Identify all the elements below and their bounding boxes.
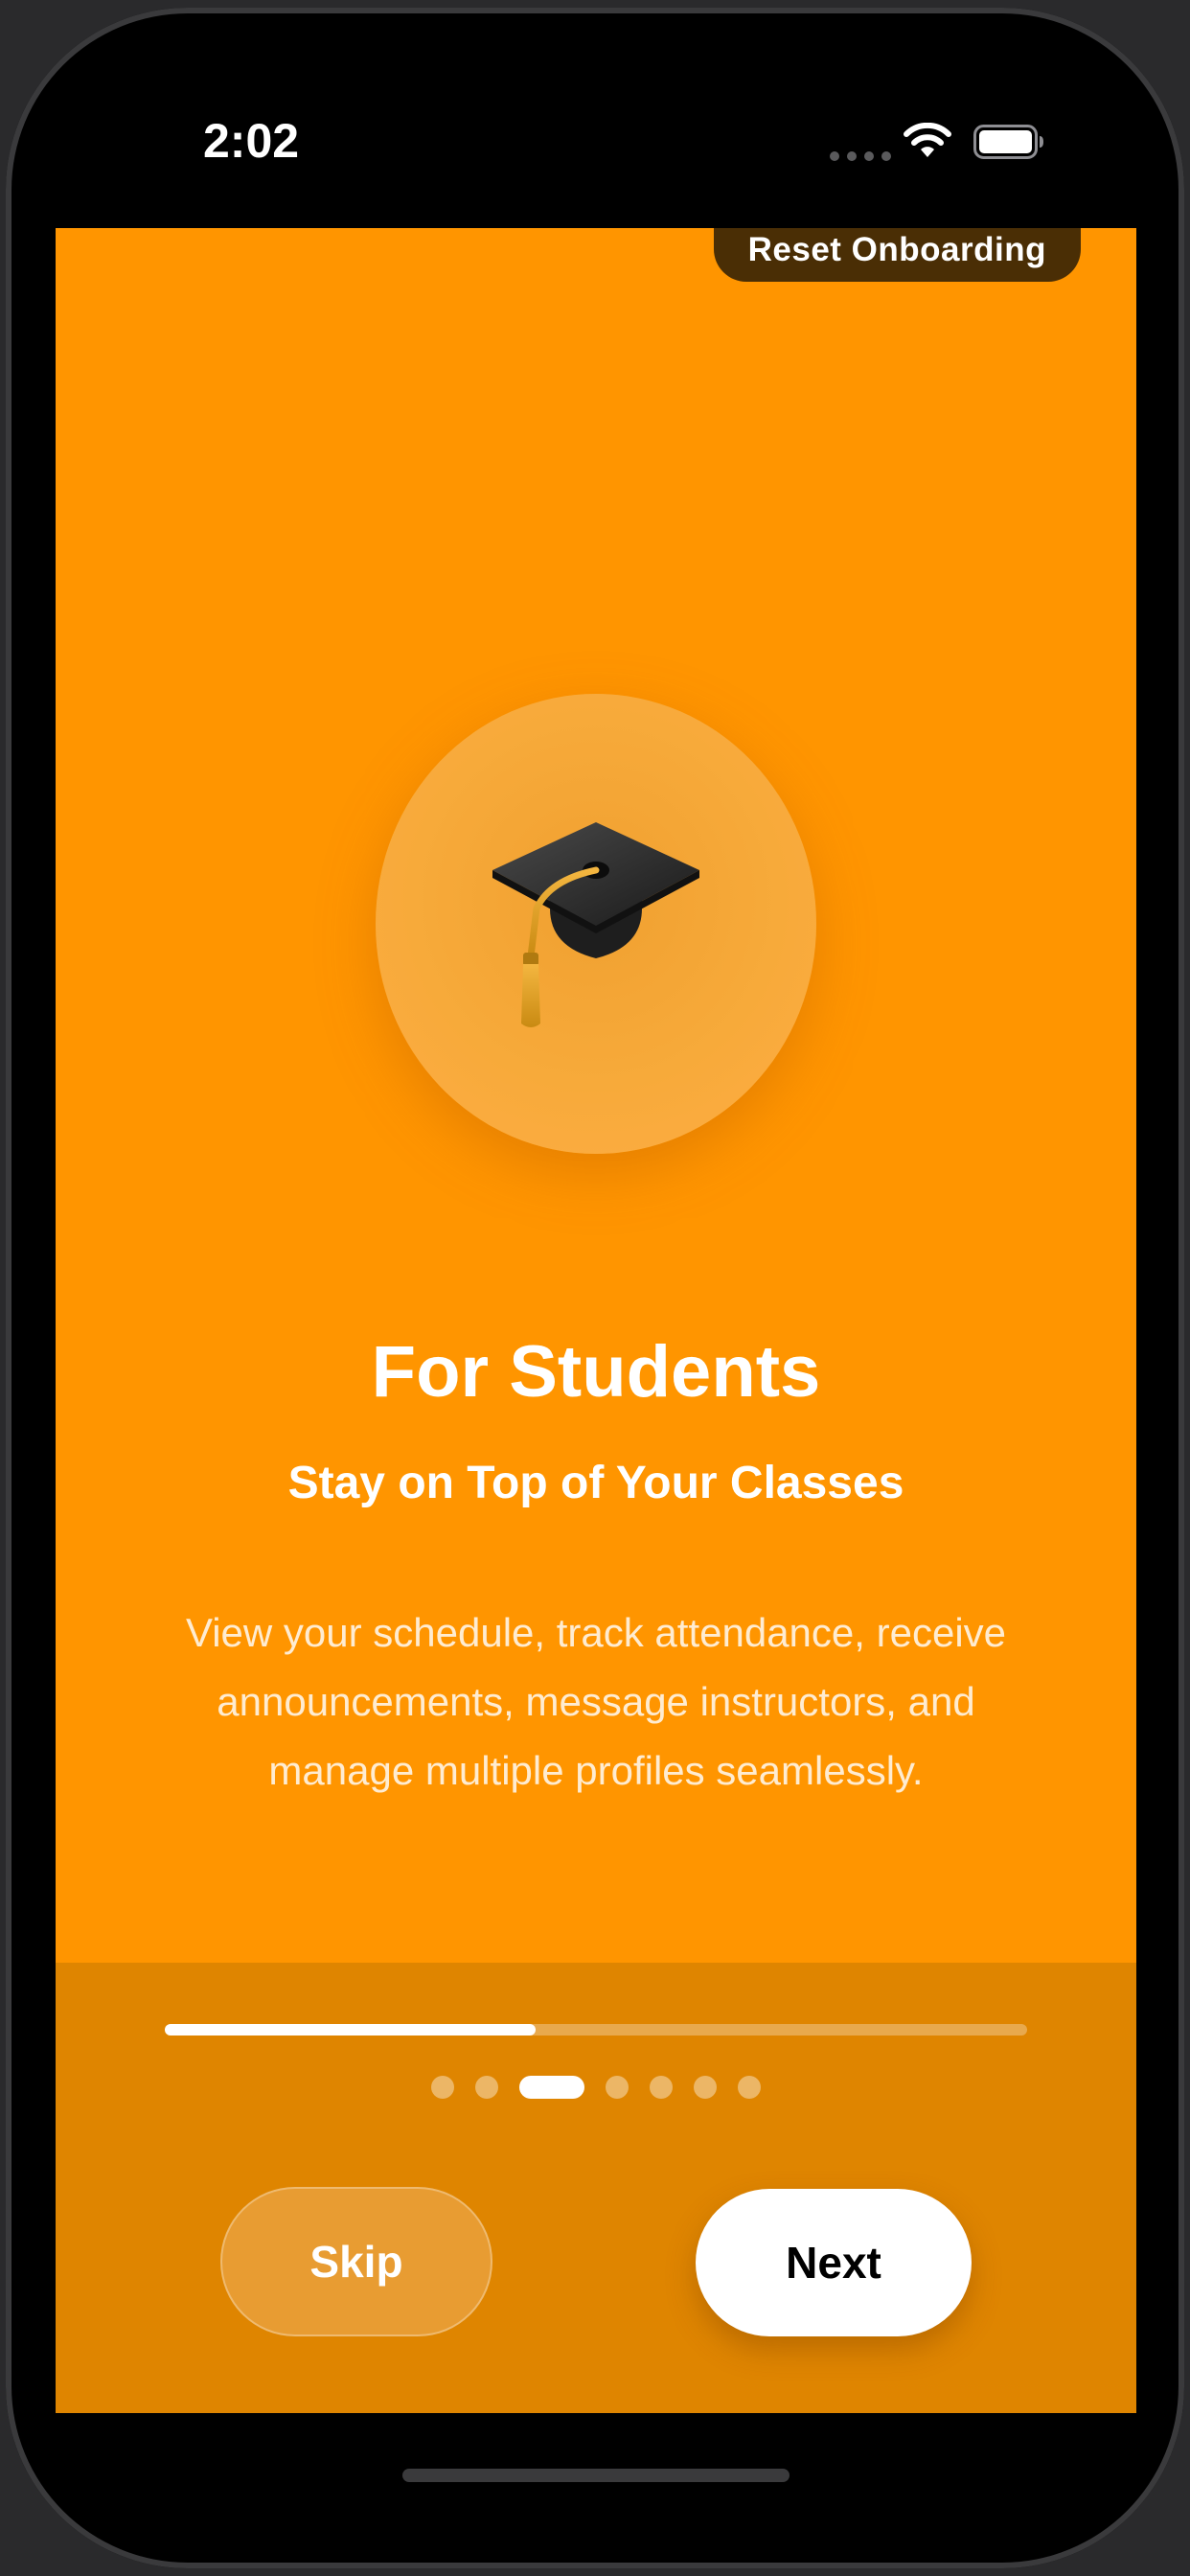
graduation-cap-icon: [492, 822, 699, 1027]
status-bar: 2:02: [0, 0, 1190, 220]
page-dot[interactable]: [475, 2076, 498, 2099]
home-indicator: [402, 2469, 790, 2482]
page-dot[interactable]: [650, 2076, 673, 2099]
page-dot-active[interactable]: [519, 2076, 584, 2099]
onboarding-screen: Reset Onboarding For Students Stay on To…: [56, 228, 1136, 2413]
skip-button[interactable]: Skip: [220, 2187, 492, 2336]
status-time: 2:02: [203, 114, 300, 168]
page-title: For Students: [371, 1331, 821, 1413]
page-indicator[interactable]: [56, 2076, 1136, 2099]
progress-bar: [165, 2024, 1027, 2036]
page-dot[interactable]: [694, 2076, 717, 2099]
next-button[interactable]: Next: [696, 2189, 972, 2336]
page-subtitle: Stay on Top of Your Classes: [287, 1458, 904, 1508]
page-dot[interactable]: [738, 2076, 761, 2099]
page-description: View your schedule, track attendance, re…: [185, 1610, 1007, 1793]
wifi-icon: [904, 123, 951, 157]
page-dot[interactable]: [431, 2076, 454, 2099]
cellular-signal-icon: [830, 151, 891, 161]
bottom-panel: Skip Next: [56, 1963, 1136, 2413]
progress-fill: [165, 2024, 536, 2036]
device-frame: 2:02 Reset Onboarding For Students Stay …: [0, 0, 1190, 2576]
reset-onboarding-button[interactable]: Reset Onboarding: [713, 228, 1081, 282]
page-dot[interactable]: [606, 2076, 629, 2099]
battery-icon: [973, 125, 1043, 159]
